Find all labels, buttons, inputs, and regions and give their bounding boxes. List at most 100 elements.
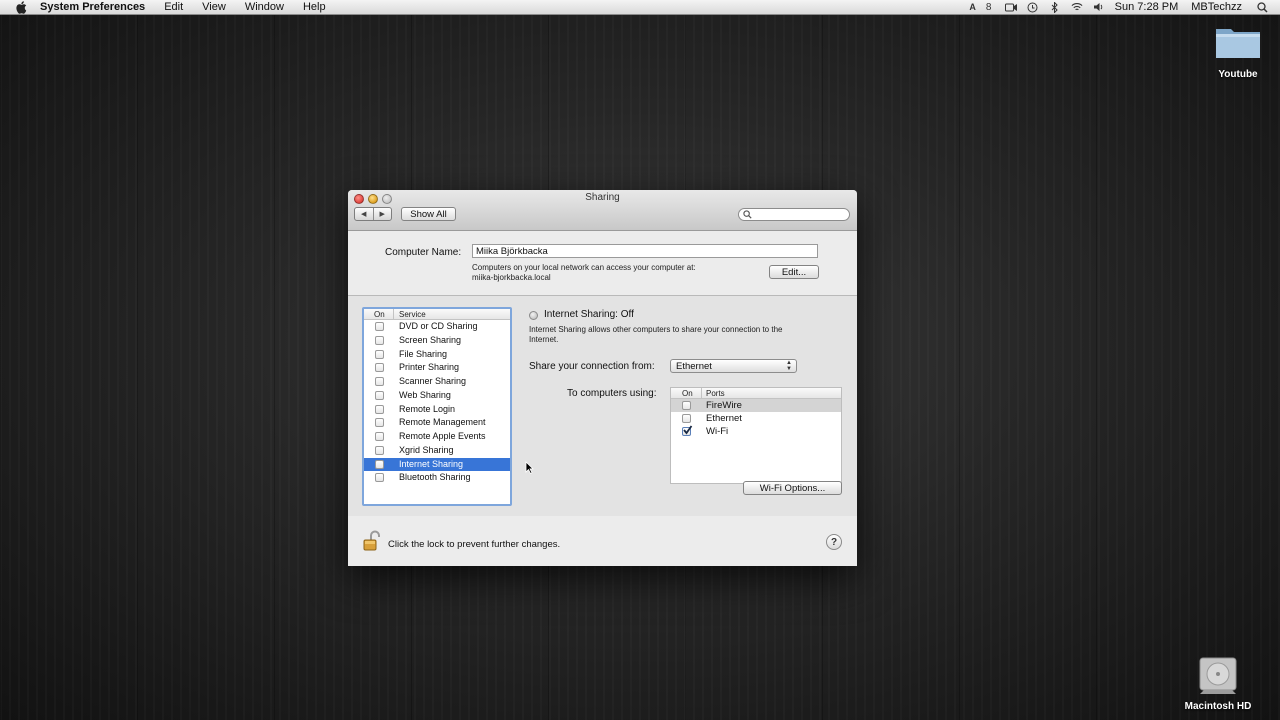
apple-menu-icon[interactable]	[14, 0, 28, 14]
port-row[interactable]: FireWire	[671, 399, 841, 412]
service-checkbox[interactable]	[375, 390, 384, 400]
volume-icon[interactable]	[1093, 1, 1105, 13]
ports-table[interactable]: On Ports FireWire Ethernet Wi-Fi	[670, 387, 842, 484]
to-computers-label: To computers using:	[567, 388, 657, 399]
service-checkbox[interactable]	[375, 404, 384, 414]
service-checkbox[interactable]	[375, 322, 384, 331]
service-name: Remote Management	[399, 417, 486, 428]
service-name: Web Sharing	[399, 389, 451, 400]
access-note-hostname: miika-bjorkbacka.local	[472, 273, 551, 282]
forward-arrow-icon[interactable]: ▶	[374, 208, 392, 220]
service-name: Scanner Sharing	[399, 376, 467, 386]
bluetooth-icon[interactable]	[1049, 1, 1061, 13]
spotlight-icon[interactable]	[1256, 1, 1268, 13]
service-name: Printer Sharing	[399, 362, 460, 373]
services-list[interactable]: On Service DVD or CD Sharing Screen Shar…	[362, 307, 512, 506]
service-name: File Sharing	[399, 348, 448, 359]
internet-sharing-description-line2: Internet.	[529, 335, 559, 344]
port-row[interactable]: Ethernet	[671, 412, 841, 425]
menubar-user[interactable]: MBTechzz	[1191, 1, 1242, 13]
edit-button[interactable]: Edit...	[769, 265, 819, 279]
port-checkbox[interactable]	[682, 414, 691, 423]
ports-col-ports-header[interactable]: Ports	[706, 389, 725, 398]
share-from-popup[interactable]: Ethernet ▲ ▼	[670, 359, 797, 373]
back-arrow-icon[interactable]: ◀	[355, 208, 374, 220]
computer-name-field[interactable]: Miika Björkbacka	[472, 244, 818, 258]
col-on-header[interactable]: On	[374, 310, 385, 319]
service-row[interactable]: DVD or CD Sharing	[364, 320, 510, 334]
service-row[interactable]: Remote Login	[364, 403, 510, 417]
screen-recorder-icon[interactable]	[1004, 1, 1017, 13]
service-checkbox[interactable]	[375, 459, 384, 469]
menu-edit[interactable]: Edit	[164, 0, 183, 14]
service-name: DVD or CD Sharing	[399, 321, 478, 331]
service-name: Remote Login	[399, 403, 456, 414]
port-name: Ethernet	[706, 413, 742, 424]
col-service-header[interactable]: Service	[399, 310, 426, 319]
menubar-clock[interactable]: Sun 7:28 PM	[1115, 1, 1179, 13]
window-title: Sharing	[585, 192, 620, 203]
lock-icon[interactable]	[362, 530, 382, 552]
header-divider	[701, 388, 702, 398]
access-note-line1: Computers on your local network can acce…	[472, 263, 696, 272]
service-checkbox[interactable]	[375, 377, 384, 386]
menu-app-name[interactable]: System Preferences	[40, 0, 145, 14]
time-machine-icon[interactable]	[1027, 1, 1039, 13]
service-name: Bluetooth Sharing	[399, 472, 471, 483]
share-from-label: Share your connection from:	[529, 361, 655, 372]
desktop-folder-label: Youtube	[1218, 69, 1258, 80]
service-row[interactable]: Screen Sharing	[364, 334, 510, 348]
menu-bar: System Preferences Edit View Window Help…	[0, 0, 1280, 15]
desktop-drive-label: Macintosh HD	[1184, 701, 1252, 712]
sharing-window: Sharing ◀ ▶ Show All Computer Name: Miik…	[348, 190, 857, 566]
menu-help[interactable]: Help	[303, 0, 326, 14]
battery-digit-icon[interactable]: 8	[983, 1, 995, 13]
sharing-content-pane: On Service DVD or CD Sharing Screen Shar…	[348, 296, 857, 516]
search-field[interactable]	[738, 208, 850, 221]
computer-name-label: Computer Name:	[385, 247, 462, 258]
service-row[interactable]: File Sharing	[364, 348, 510, 362]
service-name: Internet Sharing	[399, 458, 464, 469]
mouse-pointer-icon	[525, 461, 534, 475]
service-row[interactable]: Printer Sharing	[364, 361, 510, 375]
service-row-selected[interactable]: Internet Sharing	[364, 457, 510, 472]
wifi-options-button[interactable]: Wi-Fi Options...	[743, 481, 842, 495]
service-checkbox[interactable]	[375, 418, 384, 428]
services-list-header: On Service	[364, 309, 510, 320]
desktop-drive-macintosh-hd[interactable]: Macintosh HD	[1180, 656, 1256, 712]
service-checkbox[interactable]	[375, 473, 384, 483]
adobe-icon[interactable]: A	[967, 1, 979, 13]
menu-window[interactable]: Window	[245, 0, 284, 14]
service-name: Screen Sharing	[399, 334, 462, 345]
status-indicator-icon	[529, 311, 538, 320]
service-checkbox[interactable]	[375, 445, 384, 455]
computer-name-pane: Computer Name: Miika Björkbacka Computer…	[348, 231, 857, 296]
window-footer: Click the lock to prevent further change…	[348, 516, 857, 566]
ports-table-header: On Ports	[671, 388, 841, 399]
wifi-icon[interactable]	[1071, 1, 1083, 13]
internet-sharing-status: Internet Sharing: Off	[544, 309, 634, 320]
port-checkbox[interactable]	[682, 401, 691, 410]
port-checkbox-checked[interactable]	[682, 425, 693, 436]
desktop-folder-youtube[interactable]: Youtube	[1208, 24, 1268, 80]
port-row[interactable]: Wi-Fi	[671, 425, 841, 438]
show-all-button[interactable]: Show All	[401, 207, 456, 221]
help-button[interactable]: ?	[826, 534, 842, 550]
service-row[interactable]: Remote Apple Events	[364, 430, 510, 444]
service-checkbox[interactable]	[375, 349, 384, 359]
menu-view[interactable]: View	[202, 0, 226, 14]
ports-col-on-header[interactable]: On	[682, 389, 693, 398]
share-from-value: Ethernet	[676, 360, 712, 372]
service-checkbox[interactable]	[375, 335, 384, 345]
back-forward-control: ◀ ▶	[354, 207, 392, 221]
service-row[interactable]: Scanner Sharing	[364, 375, 510, 389]
service-row[interactable]: Bluetooth Sharing	[364, 471, 510, 485]
service-row[interactable]: Xgrid Sharing	[364, 444, 510, 458]
status-area: A 8 Sun 7:28 PM MBTechzz	[957, 0, 1268, 14]
window-titlebar[interactable]: Sharing ◀ ▶ Show All	[348, 190, 857, 231]
service-row[interactable]: Web Sharing	[364, 389, 510, 403]
service-row[interactable]: Remote Management	[364, 416, 510, 430]
service-checkbox[interactable]	[375, 432, 384, 441]
service-checkbox[interactable]	[375, 363, 384, 373]
checkmark-icon	[683, 425, 693, 435]
